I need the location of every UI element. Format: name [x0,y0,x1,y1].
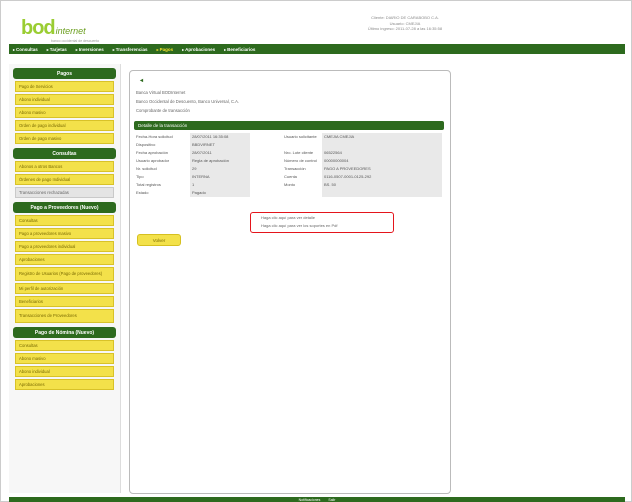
detail-value: 06522564 [324,150,342,155]
bank-line-2: Banco Occidental de Descuento, Banco Uni… [136,99,240,104]
footer: Notificaciones Salir [9,497,625,502]
detail-value: 28/07/2011 [192,150,212,155]
back-arrow-icon[interactable]: ◂ [140,77,143,84]
sidebar-item-prov-transacciones[interactable]: Transacciones de Proveedores [15,309,114,323]
detail-value: PAGO A PROVEEDORES [324,166,371,171]
detail-value: 28/07/2011 16:35:08 [192,134,229,139]
sidebar-item-prov-individual[interactable]: Pago a proveedores individual [15,241,114,252]
nav-tarjetas[interactable]: Tarjetas [47,47,67,52]
user-info: Cliente: DIARIO DE CARABOBO C.A. Usuario… [325,15,485,32]
browser-frame: bodinternet banco occidental de descuent… [0,0,632,502]
detail-label: Dispositivo [136,142,156,147]
sidebar-item-abonos-otros-bancos[interactable]: Abonos a otros Bancos [15,161,114,172]
logo-brand: bod [21,17,56,39]
sidebar-item-nom-consultas[interactable]: Consultas [15,340,114,351]
logo-tagline: banco occidental de descuento [51,39,100,43]
transaction-panel: ◂ Banca Virtual BODInternet Banco Occide… [129,70,451,494]
sidebar-section-nomina: Pago de Nómina (Nuevo) [13,327,116,338]
nav-pagos[interactable]: Pagos [157,47,174,52]
detail-label: Transacción [284,166,306,171]
detail-value: INTERNA [192,174,210,179]
detail-row: Fecha aprobación 28/07/2011 Nro. Lote cl… [136,149,444,157]
detail-value: 1 [192,182,195,187]
detail-row: Estado Pagado [136,189,444,197]
detail-label: Estado [136,190,149,195]
sidebar-item-orden-masivo[interactable]: Orden de pago masivo [15,133,114,144]
detail-label: Fecha-Hora solicitud [136,134,173,139]
detail-label: Número de control [284,158,317,163]
volver-button[interactable]: Volver [137,234,181,246]
detail-value: CMEJIA CMEJIA [324,134,355,139]
sidebar-item-prov-registro[interactable]: Registro de Usuarios (Pago de proveedore… [15,267,114,281]
bank-line-1: Banca Virtual BODInternet [136,90,186,95]
sidebar-item-nom-masivo[interactable]: Abono masivo [15,353,114,364]
detail-row: Total registros 1 Monto BS. 50 [136,181,444,189]
detail-value: 0116-0507-0001-0125-292 [324,174,372,179]
detail-header: Detalle de la transacción [134,121,444,130]
bod-logo[interactable]: bodinternet banco occidental de descuent… [21,17,99,43]
detail-label: Usuario aprobador [136,158,170,163]
view-detail-link[interactable]: Haga clic aquí para ver detalle [261,215,315,220]
footer-notificaciones[interactable]: Notificaciones [299,498,321,502]
detail-label: Total registros [136,182,161,187]
footer-salir[interactable]: Salir [328,498,335,502]
sidebar-section-pagos: Pagos [13,68,116,79]
user-last-login: Último ingreso: 2011-07-28 a las 16:35:5… [367,26,443,31]
sidebar-item-abono-individual[interactable]: Abono individual [15,94,114,105]
sidebar-item-nom-aprobaciones[interactable]: Aprobaciones [15,379,114,390]
detail-row: Nr. solicitud 29 Transacción PAGO A PROV… [136,165,444,173]
sidebar-item-prov-aprobaciones[interactable]: Aprobaciones [15,254,114,265]
view-pdf-link[interactable]: Haga clic aquí para ver los soportes en … [261,223,338,228]
sidebar-item-rechazadas[interactable]: Transacciones rechazadas [15,187,114,198]
nav-transferencias[interactable]: Transferencias [113,47,148,52]
detail-row: Tipo INTERNA Cuenta 0116-0507-0001-0125-… [136,173,444,181]
header: bodinternet banco occidental de descuent… [9,11,625,43]
detail-row: Dispositivo BBDVIRNET [136,141,444,149]
detail-value: 29 [192,166,197,171]
sidebar-section-consultas: Consultas [13,148,116,159]
detail-value: Regla de aprobación [192,158,229,163]
detail-value: BBDVIRNET [192,142,215,147]
detail-label: Cuenta [284,174,297,179]
sidebar: Pagos Pago de Servicios Abono individual… [9,64,121,493]
bank-line-3: Comprobante de transacción [136,108,190,113]
sidebar-section-proveedores: Pago a Proveedores (Nuevo) [13,202,116,213]
nav-aprobaciones[interactable]: Aprobaciones [182,47,215,52]
sidebar-item-abono-masivo[interactable]: Abono masivo [15,107,114,118]
sidebar-item-prov-consultas[interactable]: Consultas [15,215,114,226]
detail-value: BS. 50 [324,182,337,187]
sidebar-item-ordenes-individual[interactable]: Órdenes de pago Individual [15,174,114,185]
detail-row: Fecha-Hora solicitud 28/07/2011 16:35:08… [136,133,444,141]
nav-beneficiarios[interactable]: Beneficiarios [224,47,255,52]
detail-value: 00000000004 [324,158,349,163]
logo-suffix: internet [55,26,86,36]
top-navigation: Consultas Tarjetas Inversiones Transfere… [9,44,625,54]
nav-consultas[interactable]: Consultas [13,47,38,52]
detail-value: Pagado [192,190,206,195]
sidebar-item-prov-beneficiarios[interactable]: Beneficiarios [15,296,114,307]
detail-label: Fecha aprobación [136,150,169,155]
sidebar-item-prov-perfil[interactable]: Mi perfil de autorización [15,283,114,294]
detail-label: Monto [284,182,296,187]
sidebar-item-nom-individual[interactable]: Abono individual [15,366,114,377]
detail-label: Usuario solicitante [284,134,317,139]
detail-label: Nr. solicitud [136,166,157,171]
nav-inversiones[interactable]: Inversiones [76,47,104,52]
sidebar-item-pago-servicios[interactable]: Pago de Servicios [15,81,114,92]
sidebar-item-orden-individual[interactable]: Orden de pago individual [15,120,114,131]
detail-row: Usuario aprobador Regla de aprobación Nú… [136,157,444,165]
sidebar-item-prov-masivo[interactable]: Pago a proveedores masivo [15,228,114,239]
detail-label: Tipo [136,174,144,179]
detail-label: Nro. Lote cliente [284,150,314,155]
